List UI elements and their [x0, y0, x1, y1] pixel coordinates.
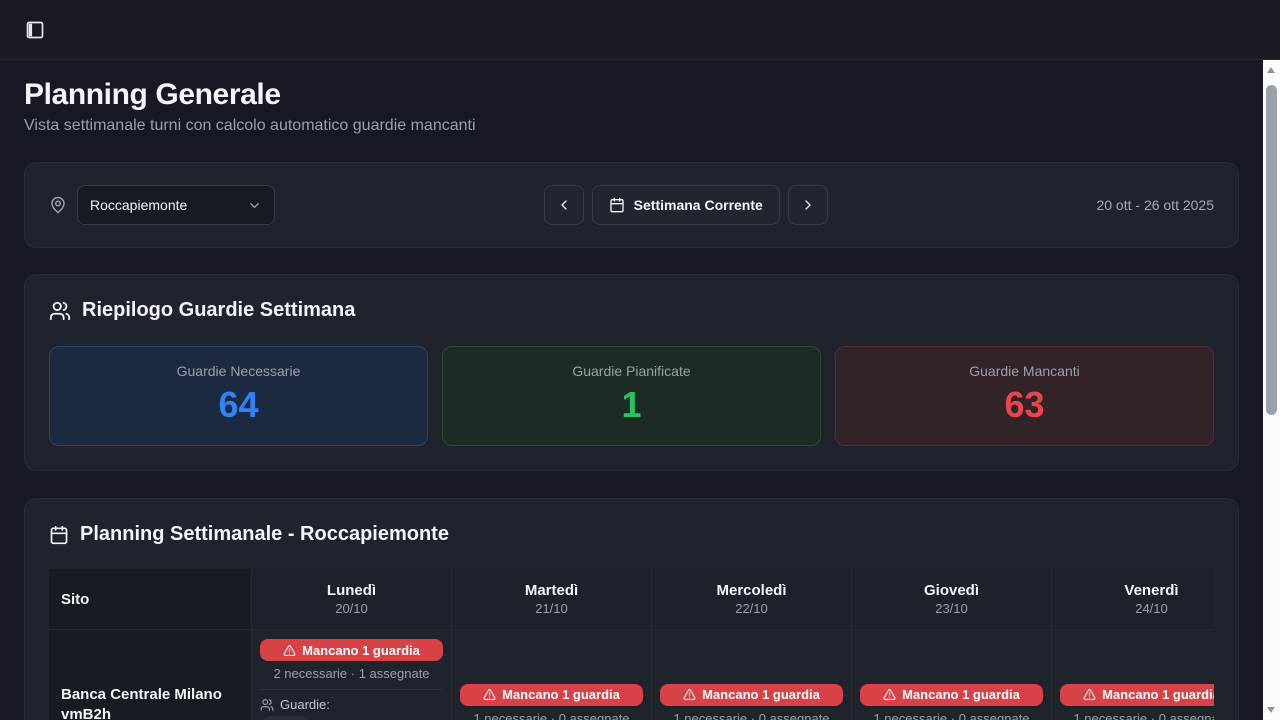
summary-stats: Guardie Necessarie 64 Guardie Pianificat… [49, 346, 1214, 446]
day-name: Mercoledì [716, 582, 786, 599]
stat-guardie-pianificate: Guardie Pianificate 1 [442, 346, 821, 446]
stat-guardie-mancanti: Guardie Mancanti 63 [835, 346, 1214, 446]
day-date: 21/10 [535, 601, 568, 616]
day-cell-giovedi: Mancano 1 guardia 1 necessarie · 0 asseg… [851, 630, 1051, 720]
week-navigation: Settimana Corrente [544, 185, 828, 225]
warning-badge: Mancano 1 guardia [460, 684, 643, 706]
warning-badge: Mancano 1 guardia [860, 684, 1043, 706]
warning-text: Mancano 1 guardia [1102, 687, 1214, 702]
day-cell-lunedi: Mancano 1 guardia 2 necessarie · 1 asseg… [251, 630, 451, 720]
scrollbar-thumb[interactable] [1266, 85, 1277, 415]
site-name-cell: Banca Centrale Milano vmB2h_ [49, 630, 251, 720]
warning-text: Mancano 1 guardia [702, 687, 820, 702]
planning-title-row: Planning Settimanale - Roccapiemonte [49, 523, 1214, 546]
counts-text: 1 necessarie · 0 assegnate [660, 711, 843, 720]
column-header-venerdi: Venerdì 24/10 [1051, 569, 1214, 629]
date-range-label: 20 ott - 26 ott 2025 [1096, 197, 1214, 213]
alert-triangle-icon [1083, 688, 1096, 701]
page-subtitle: Vista settimanale turni con calcolo auto… [24, 116, 1239, 136]
day-date: 20/10 [335, 601, 368, 616]
chevron-left-icon [556, 197, 572, 213]
summary-card: Riepilogo Guardie Settimana Guardie Nece… [24, 274, 1239, 471]
warning-badge: Mancano 1 guardia [1060, 684, 1214, 706]
alert-triangle-icon [883, 688, 896, 701]
warning-text: Mancano 1 guardia [302, 643, 420, 658]
stat-label: Guardie Pianificate [455, 363, 808, 379]
chevron-down-icon [247, 198, 262, 213]
alert-triangle-icon [483, 688, 496, 701]
calendar-icon [609, 197, 625, 213]
day-name: Giovedì [924, 582, 979, 599]
stat-value: 1 [455, 383, 808, 427]
main-content: Planning Generale Vista settimanale turn… [0, 60, 1263, 720]
column-header-martedi: Martedì 21/10 [451, 569, 651, 629]
table-row: Banca Centrale Milano vmB2h_ Mancano 1 g… [49, 630, 1214, 720]
prev-week-button[interactable] [544, 185, 584, 225]
stat-label: Guardie Mancanti [848, 363, 1201, 379]
counts-text: 1 necessarie · 0 assegnate [1060, 711, 1214, 720]
warning-badge: Mancano 1 guardia [260, 639, 443, 661]
warning-badge: Mancano 1 guardia [660, 684, 843, 706]
column-header-lunedi: Lunedì 20/10 [251, 569, 451, 629]
counts-text: 1 necessarie · 0 assegnate [460, 711, 643, 720]
warning-text: Mancano 1 guardia [502, 687, 620, 702]
column-header-sito: Sito [49, 569, 251, 629]
column-header-giovedi: Giovedì 23/10 [851, 569, 1051, 629]
counts-text: 2 necessarie · 1 assegnate [260, 666, 443, 682]
site-select-value: Roccapiemonte [90, 197, 187, 213]
stat-value: 63 [848, 383, 1201, 427]
users-icon [260, 698, 274, 712]
chevron-right-icon [800, 197, 816, 213]
day-date: 24/10 [1135, 601, 1168, 616]
day-name: Venerdì [1124, 582, 1178, 599]
current-week-label: Settimana Corrente [634, 197, 763, 213]
topbar [0, 0, 1280, 60]
day-cell-mercoledi: Mancano 1 guardia 1 necessarie · 0 asseg… [651, 630, 851, 720]
guards-row: Guardie: [260, 697, 443, 713]
filter-bar: Roccapiemonte Settimana Corrente [24, 162, 1239, 248]
stat-guardie-necessarie: Guardie Necessarie 64 [49, 346, 428, 446]
scrollbar-up-arrow[interactable] [1267, 67, 1275, 73]
planning-table: Sito Lunedì 20/10 Martedì 21/10 Mercoled… [49, 569, 1214, 720]
map-pin-icon [49, 196, 67, 214]
scrollbar-down-arrow[interactable] [1267, 707, 1275, 713]
current-week-button[interactable]: Settimana Corrente [592, 185, 780, 225]
summary-title: Riepilogo Guardie Settimana [82, 299, 355, 322]
planning-card: Planning Settimanale - Roccapiemonte Sit… [24, 498, 1239, 720]
summary-title-row: Riepilogo Guardie Settimana [49, 299, 1214, 322]
planning-table-wrap: Sito Lunedì 20/10 Martedì 21/10 Mercoled… [49, 569, 1214, 720]
day-date: 22/10 [735, 601, 768, 616]
guard-chip[interactable] [260, 716, 312, 720]
next-week-button[interactable] [788, 185, 828, 225]
day-date: 23/10 [935, 601, 968, 616]
counts-text: 1 necessarie · 0 assegnate [860, 711, 1043, 720]
stat-value: 64 [62, 383, 415, 427]
site-filter: Roccapiemonte [49, 185, 275, 225]
column-header-mercoledi: Mercoledì 22/10 [651, 569, 851, 629]
table-header-row: Sito Lunedì 20/10 Martedì 21/10 Mercoled… [49, 569, 1214, 630]
day-cell-martedi: Mancano 1 guardia 1 necessarie · 0 asseg… [451, 630, 651, 720]
site-select[interactable]: Roccapiemonte [77, 185, 275, 225]
alert-triangle-icon [683, 688, 696, 701]
day-cell-venerdi: Mancano 1 guardia 1 necessarie · 0 asseg… [1051, 630, 1214, 720]
warning-text: Mancano 1 guardia [902, 687, 1020, 702]
guards-label: Guardie: [280, 697, 330, 713]
panel-left-icon [25, 20, 45, 40]
alert-triangle-icon [283, 644, 296, 657]
calendar-icon [49, 525, 69, 545]
day-name: Martedì [525, 582, 578, 599]
vertical-scrollbar[interactable] [1263, 60, 1280, 720]
day-name: Lunedì [327, 582, 376, 599]
stat-label: Guardie Necessarie [62, 363, 415, 379]
planning-title: Planning Settimanale - Roccapiemonte [80, 523, 449, 546]
cell-divider [260, 689, 443, 690]
sidebar-toggle-button[interactable] [18, 13, 52, 47]
users-icon [49, 300, 71, 322]
page-title: Planning Generale [24, 76, 1239, 114]
